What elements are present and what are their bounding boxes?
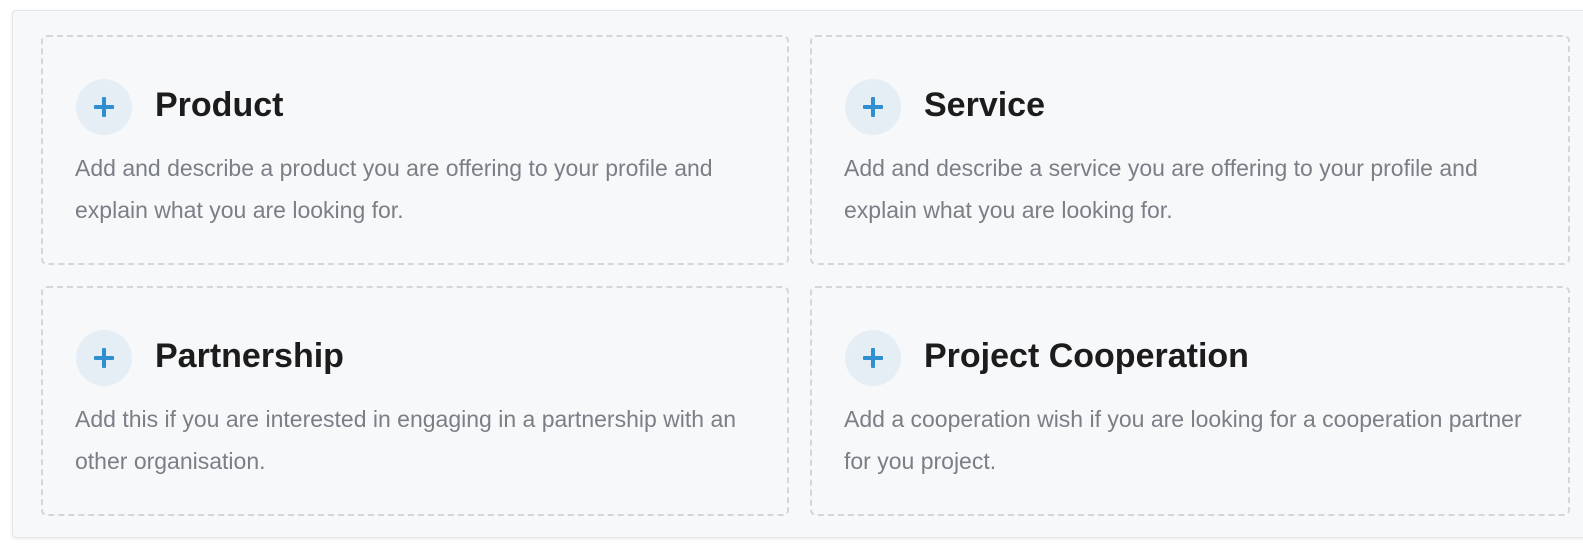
card-description: Add and describe a product you are offer… — [75, 155, 713, 223]
plus-icon[interactable] — [845, 79, 901, 135]
card-title: Partnership — [155, 337, 344, 375]
plus-icon[interactable] — [845, 330, 901, 386]
card-title: Service — [924, 86, 1045, 124]
add-service-card[interactable]: Service Add and describe a service you a… — [810, 35, 1570, 265]
add-partnership-card[interactable]: Partnership Add this if you are interest… — [41, 286, 789, 516]
plus-icon[interactable] — [76, 330, 132, 386]
card-description: Add a cooperation wish if you are lookin… — [844, 406, 1522, 474]
card-title: Project Cooperation — [924, 337, 1249, 375]
card-title: Product — [155, 86, 284, 124]
add-project-cooperation-card[interactable]: Project Cooperation Add a cooperation wi… — [810, 286, 1570, 516]
add-product-card[interactable]: Product Add and describe a product you a… — [41, 35, 789, 265]
add-offer-panel: Product Add and describe a product you a… — [12, 10, 1583, 538]
card-description: Add and describe a service you are offer… — [844, 155, 1478, 223]
card-description: Add this if you are interested in engagi… — [75, 406, 737, 474]
plus-icon[interactable] — [76, 79, 132, 135]
